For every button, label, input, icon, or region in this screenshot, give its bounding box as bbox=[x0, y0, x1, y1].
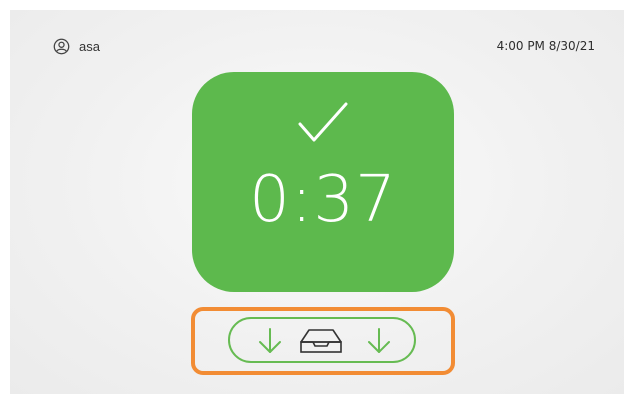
arrow-down-icon[interactable] bbox=[366, 327, 392, 355]
kiosk-screen: asa 4:00 PM 8/30/21 0:37 bbox=[10, 10, 624, 394]
check-icon bbox=[298, 102, 348, 142]
timer-display: 0:37 bbox=[249, 163, 397, 237]
status-card: 0:37 bbox=[192, 72, 454, 292]
tray-icon[interactable] bbox=[299, 328, 343, 354]
user-icon bbox=[53, 38, 70, 55]
output-controls bbox=[228, 317, 416, 363]
username: asa bbox=[79, 39, 100, 54]
user-badge[interactable]: asa bbox=[53, 38, 100, 55]
datetime: 4:00 PM 8/30/21 bbox=[496, 39, 595, 53]
arrow-down-icon[interactable] bbox=[257, 327, 283, 355]
